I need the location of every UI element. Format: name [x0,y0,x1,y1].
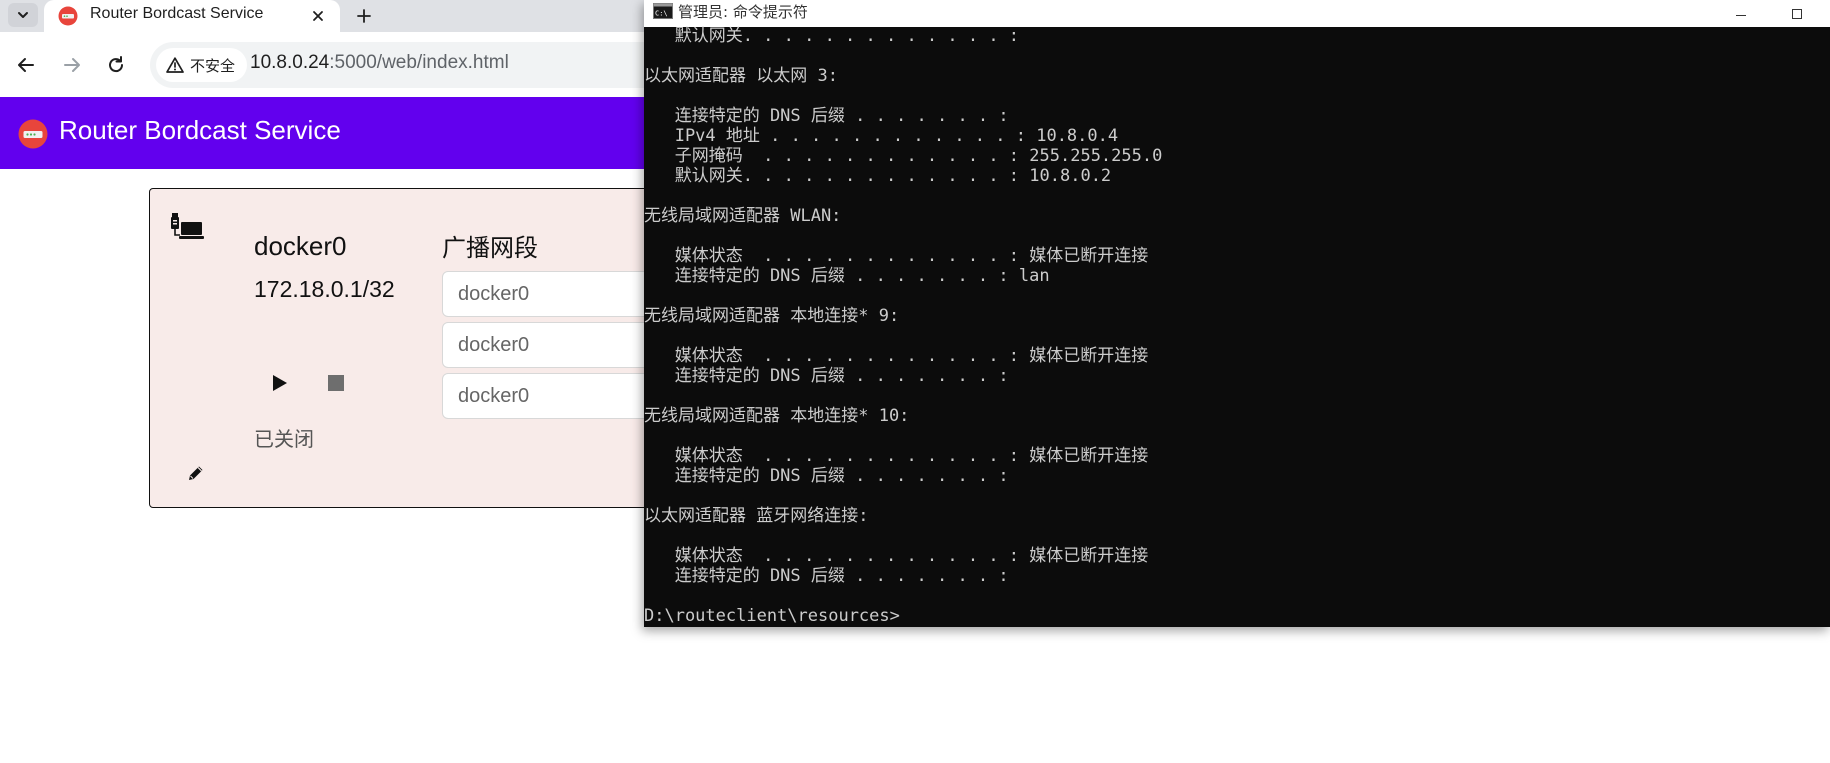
svg-text:C:\: C:\ [655,10,668,18]
console-icon: C:\ [653,3,673,19]
maximize-icon [1792,8,1802,19]
pencil-icon [189,466,203,480]
console-line: 子网掩码 . . . . . . . . . . . . : 255.255.2… [644,146,1163,166]
console-line: 媒体状态 . . . . . . . . . . . . : 媒体已断开连接 [644,346,1149,366]
console-line: 连接特定的 DNS 后缀 . . . . . . . : [644,566,1009,586]
forward-button[interactable] [57,50,87,80]
console-line: 默认网关. . . . . . . . . . . . . : 10.8.0.2 [644,166,1112,186]
security-label: 不安全 [190,57,236,75]
console-title: 管理员: 命令提示符 [678,3,808,21]
console-line: IPv4 地址 . . . . . . . . . . . . : 10.8.0… [644,126,1119,146]
stop-button[interactable] [322,369,350,397]
warning-icon [166,57,184,73]
console-line: 无线局域网适配器 WLAN: [644,206,842,226]
console-line: 连接特定的 DNS 后缀 . . . . . . . : [644,106,1009,126]
reload-icon [109,56,124,73]
console-line: D:\routeclient\resources> [644,606,900,626]
app-title: Router Bordcast Service [59,115,341,145]
console-line: 连接特定的 DNS 后缀 . . . . . . . : lan [644,266,1050,286]
reload-button[interactable] [101,50,131,80]
console-titlebar[interactable]: C:\ 管理员: 命令提示符 [644,0,1830,27]
edit-button[interactable] [186,463,206,483]
tab-title: Router Bordcast Service [90,5,264,22]
url-text[interactable]: 10.8.0.24:5000/web/index.html [250,52,509,74]
minimize-button[interactable] [1718,0,1764,27]
tab-close-button[interactable] [306,4,330,28]
router-logo-icon [58,6,78,26]
console-line: 以太网适配器 以太网 3: [644,66,838,86]
interface-name: docker0 [254,231,347,261]
console-line: 无线局域网适配器 本地连接* 9: [644,306,900,326]
url-host: 10.8.0.24 [250,52,330,73]
tab-search-button[interactable] [8,3,38,27]
back-button[interactable] [11,50,41,80]
security-indicator[interactable]: 不安全 [156,48,248,82]
plus-icon [357,9,371,23]
console-line: 连接特定的 DNS 后缀 . . . . . . . : [644,466,1009,486]
tab-router-service[interactable]: Router Bordcast Service [44,0,340,32]
interface-ip: 172.18.0.1/32 [254,276,395,302]
start-button[interactable] [266,369,294,397]
console-line: 媒体状态 . . . . . . . . . . . . : 媒体已断开连接 [644,246,1149,266]
console-line: 无线局域网适配器 本地连接* 10: [644,406,910,426]
console-line: 以太网适配器 蓝牙网络连接: [644,506,869,526]
broadcast-segment-label: 广播网段 [442,234,538,262]
close-icon [313,11,323,21]
router-logo-icon [18,119,48,149]
network-device-icon [171,213,204,239]
play-icon [273,375,287,391]
arrow-right-icon [64,58,80,72]
new-tab-button[interactable] [350,3,378,29]
chevron-down-icon [18,12,28,18]
minimize-icon [1736,14,1746,16]
console-line: 媒体状态 . . . . . . . . . . . . : 媒体已断开连接 [644,446,1149,466]
maximize-button[interactable] [1774,0,1820,27]
url-path: :5000/web/index.html [329,52,509,73]
console-output[interactable]: 默认网关. . . . . . . . . . . . . : 以太网适配器 以太… [644,26,1830,627]
arrow-left-icon [18,58,34,72]
console-line: 媒体状态 . . . . . . . . . . . . : 媒体已断开连接 [644,546,1149,566]
stop-icon [328,375,344,391]
console-line: 连接特定的 DNS 后缀 . . . . . . . : [644,366,1009,386]
console-window: C:\ 管理员: 命令提示符 默认网关. . . . . . . . . . .… [644,0,1830,627]
status-text: 已关闭 [254,427,314,451]
console-line: 默认网关. . . . . . . . . . . . . : [644,26,1020,46]
